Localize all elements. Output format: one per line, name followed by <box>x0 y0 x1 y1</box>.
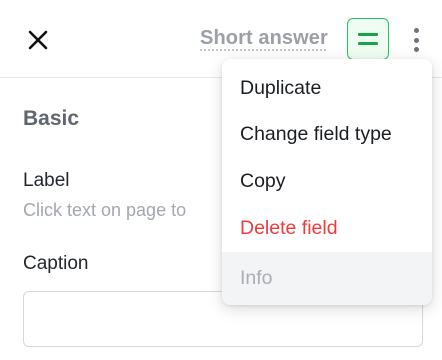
menu-item-info: Info <box>222 252 432 305</box>
label-field-hint: Click text on page to <box>23 200 187 220</box>
menu-item-delete-field[interactable]: Delete field <box>222 205 432 251</box>
close-icon <box>28 30 48 50</box>
menu-item-change-field-type[interactable]: Change field type <box>222 111 432 157</box>
menu-item-duplicate[interactable]: Duplicate <box>222 65 432 111</box>
caption-field-title: Caption <box>23 253 89 274</box>
section-title-basic: Basic <box>23 107 80 130</box>
field-type-link[interactable]: Short answer <box>200 27 328 50</box>
close-button[interactable] <box>26 28 50 52</box>
short-answer-icon <box>358 33 378 45</box>
field-options-menu: Duplicate Change field type Copy Delete … <box>222 59 432 305</box>
more-options-button[interactable] <box>406 24 426 56</box>
menu-item-copy[interactable]: Copy <box>222 158 432 204</box>
more-vertical-icon <box>413 28 419 33</box>
label-field-title: Label <box>23 170 70 191</box>
field-settings-panel: Short answer Basic Label Click text on p… <box>0 0 442 360</box>
field-type-button[interactable] <box>347 18 389 60</box>
